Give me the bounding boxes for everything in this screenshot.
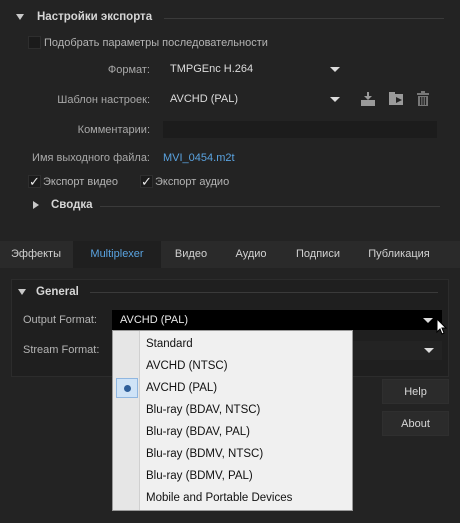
tab-captions[interactable]: Подписи	[282, 241, 354, 268]
preset-select[interactable]: AVCHD (PAL)	[163, 90, 348, 109]
chevron-down-icon	[330, 97, 340, 102]
format-select[interactable]: TMPGEnc H.264	[163, 60, 348, 79]
tab-video[interactable]: Видео	[162, 241, 220, 268]
match-sequence-label: Подобрать параметры последовательности	[44, 37, 268, 49]
stream-format-label: Stream Format:	[23, 344, 100, 356]
tab-publish[interactable]: Публикация	[355, 241, 443, 268]
dropdown-option[interactable]: Mobile and Portable Devices	[113, 487, 352, 509]
tab-effects[interactable]: Эффекты	[0, 241, 72, 268]
export-audio-label: Экспорт аудио	[155, 176, 230, 188]
tab-audio[interactable]: Аудио	[221, 241, 281, 268]
divider	[100, 206, 440, 207]
format-label: Формат:	[107, 64, 150, 76]
general-title: General	[36, 286, 79, 298]
chevron-down-icon	[424, 348, 434, 353]
format-value: TMPGEnc H.264	[170, 63, 254, 75]
match-sequence-checkbox[interactable]	[28, 36, 41, 49]
delete-preset-icon[interactable]	[416, 91, 430, 107]
import-preset-icon[interactable]	[387, 91, 405, 107]
about-button[interactable]: About	[382, 411, 449, 436]
help-button[interactable]: Help	[382, 379, 449, 404]
dropdown-option[interactable]: Blu-ray (BDMV, NTSC)	[113, 443, 352, 465]
dropdown-option[interactable]: AVCHD (NTSC)	[113, 355, 352, 377]
divider	[164, 18, 444, 19]
chevron-down-icon	[330, 67, 340, 72]
output-format-value: AVCHD (PAL)	[120, 314, 189, 326]
divider	[90, 292, 438, 293]
export-audio-checkbox[interactable]: ✓	[140, 175, 153, 188]
dropdown-option[interactable]: AVCHD (PAL)	[113, 377, 352, 399]
export-settings-title: Настройки экспорта	[37, 11, 153, 23]
stream-format-select[interactable]	[352, 341, 442, 360]
chevron-down-icon	[423, 318, 433, 323]
cursor-icon	[436, 317, 448, 336]
comments-field[interactable]	[163, 121, 437, 138]
tab-multiplexer[interactable]: Multiplexer	[73, 241, 161, 268]
output-name-link[interactable]: MVI_0454.m2t	[163, 152, 235, 164]
output-format-select[interactable]: AVCHD (PAL)	[112, 310, 442, 330]
preset-value: AVCHD (PAL)	[170, 93, 239, 105]
collapse-triangle-icon[interactable]	[18, 289, 26, 295]
summary-title[interactable]: Сводка	[51, 199, 93, 211]
comments-label: Комментарии:	[77, 124, 150, 136]
dropdown-option[interactable]: Blu-ray (BDAV, PAL)	[113, 421, 352, 443]
tab-bar: Эффекты Multiplexer Видео Аудио Подписи …	[0, 241, 460, 268]
output-format-dropdown: Standard AVCHD (NTSC) AVCHD (PAL) Blu-ra…	[112, 330, 353, 511]
preset-label: Шаблон настроек:	[57, 94, 150, 106]
save-preset-icon[interactable]	[360, 91, 376, 107]
output-format-label: Output Format:	[23, 314, 97, 326]
dropdown-option[interactable]: Blu-ray (BDAV, NTSC)	[113, 399, 352, 421]
dropdown-option[interactable]: Blu-ray (BDMV, PAL)	[113, 465, 352, 487]
collapse-triangle-icon[interactable]	[16, 14, 24, 20]
output-name-label: Имя выходного файла:	[32, 152, 150, 164]
export-video-checkbox[interactable]: ✓	[28, 175, 41, 188]
export-video-label: Экспорт видео	[43, 176, 119, 188]
expand-triangle-icon[interactable]	[33, 201, 39, 209]
dropdown-option[interactable]: Standard	[113, 333, 352, 355]
